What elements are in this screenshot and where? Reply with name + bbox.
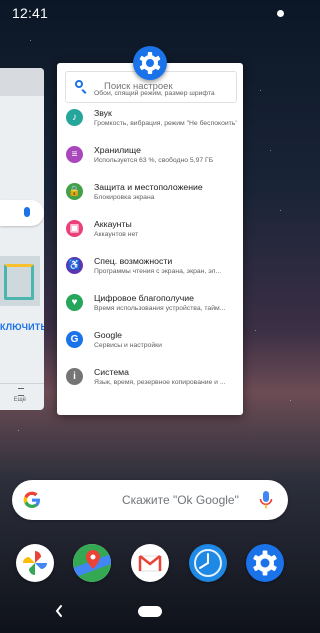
recent-app-card-settings[interactable]: Поиск настроек Обои, спящий режим, разме… (57, 63, 243, 415)
search-icon (75, 80, 83, 88)
settings-item-title: Хранилище (94, 145, 141, 155)
settings-item-subtitle: Сервисы и настройки (94, 342, 162, 349)
settings-item-subtitle: Обои, спящий режим, размер шрифта (94, 90, 215, 97)
accounts-icon: ▣ (66, 220, 83, 237)
notification-dot (277, 10, 284, 17)
more-label: Ещё (13, 397, 26, 403)
settings-item-storage[interactable]: ≡ Хранилище Используется 63 %, свободно … (57, 136, 243, 173)
app-dock (0, 544, 300, 584)
settings-item-subtitle: Программы чтения с экрана, экран, эл... (94, 268, 222, 275)
settings-item-google[interactable]: G Google Сервисы и настройки (57, 321, 243, 358)
settings-item-title: Аккаунты (94, 219, 132, 229)
google-icon: G (66, 331, 83, 348)
settings-app-icon[interactable] (133, 46, 167, 80)
gmail-icon (138, 555, 162, 572)
card-bottom-bar: Ещё (0, 383, 44, 410)
settings-item-accounts[interactable]: ▣ Аккаунты Аккаунтов нет (57, 210, 243, 247)
wellbeing-icon: ♥ (66, 294, 83, 311)
settings-item-system[interactable]: i Система Язык, время, резервное копиров… (57, 358, 243, 395)
settings-item-title: Система (94, 367, 129, 377)
settings-item-wellbeing[interactable]: ♥ Цифровое благополучие Время использова… (57, 284, 243, 321)
settings-item-subtitle: Аккаунтов нет (94, 231, 139, 238)
photos-app[interactable] (16, 544, 54, 582)
maps-app[interactable] (73, 544, 111, 582)
back-icon[interactable] (54, 604, 64, 618)
google-g-icon (23, 491, 40, 508)
settings-item-accessibility[interactable]: ♿ Спец. возможности Программы чтения с э… (57, 247, 243, 284)
gmail-app[interactable] (131, 544, 169, 582)
maps-icon (73, 544, 111, 582)
settings-icon (253, 550, 277, 576)
settings-item-title: Защита и местоположение (94, 182, 203, 192)
settings-item-sound[interactable]: ♪ Звук Громкость, вибрация, режим "Не бе… (57, 99, 243, 136)
clock-icon (194, 549, 222, 577)
card-tile-image (0, 256, 40, 306)
storage-icon: ≡ (66, 146, 83, 163)
enable-link: КЛЮЧИТЬ (0, 322, 44, 332)
settings-item-title: Google (94, 330, 123, 340)
search-hint: Скажите "Ok Google" (122, 493, 239, 507)
google-search-bar[interactable]: Скажите "Ok Google" (12, 480, 288, 520)
menu-icon (18, 388, 24, 396)
mic-icon (24, 207, 30, 217)
photos-icon (23, 551, 47, 575)
home-button[interactable] (138, 606, 162, 617)
clock-app[interactable] (189, 544, 227, 582)
settings-item-subtitle: Язык, время, резервное копирование и ... (94, 379, 226, 386)
settings-item-title: Цифровое благополучие (94, 293, 194, 303)
settings-list: Обои, спящий режим, размер шрифта ♪ Звук… (57, 90, 243, 395)
settings-item-title: Спец. возможности (94, 256, 173, 266)
sound-icon: ♪ (66, 109, 83, 126)
accessibility-icon: ♿ (66, 257, 83, 274)
status-bar: 12:41 (0, 0, 300, 26)
settings-item-security[interactable]: 🔒 Защита и местоположение Блокировка экр… (57, 173, 243, 210)
settings-item-subtitle: Громкость, вибрация, режим "Не беспокоит… (94, 120, 237, 127)
settings-item-subtitle: Блокировка экрана (94, 194, 155, 201)
settings-item-title: Звук (94, 108, 112, 118)
settings-item-subtitle: Время использования устройства, тайм... (94, 305, 226, 312)
settings-app[interactable] (246, 544, 284, 582)
lock-icon: 🔒 (66, 183, 83, 200)
settings-item-subtitle: Используется 63 %, свободно 5,97 ГБ (94, 157, 214, 164)
card-search-field (0, 200, 44, 226)
recent-app-card-left[interactable]: КЛЮЧИТЬ Ещё (0, 68, 44, 410)
status-time: 12:41 (12, 5, 49, 21)
card-toolbar (0, 68, 44, 96)
mic-icon[interactable] (258, 490, 274, 510)
system-icon: i (66, 368, 83, 385)
gear-icon (139, 52, 161, 74)
